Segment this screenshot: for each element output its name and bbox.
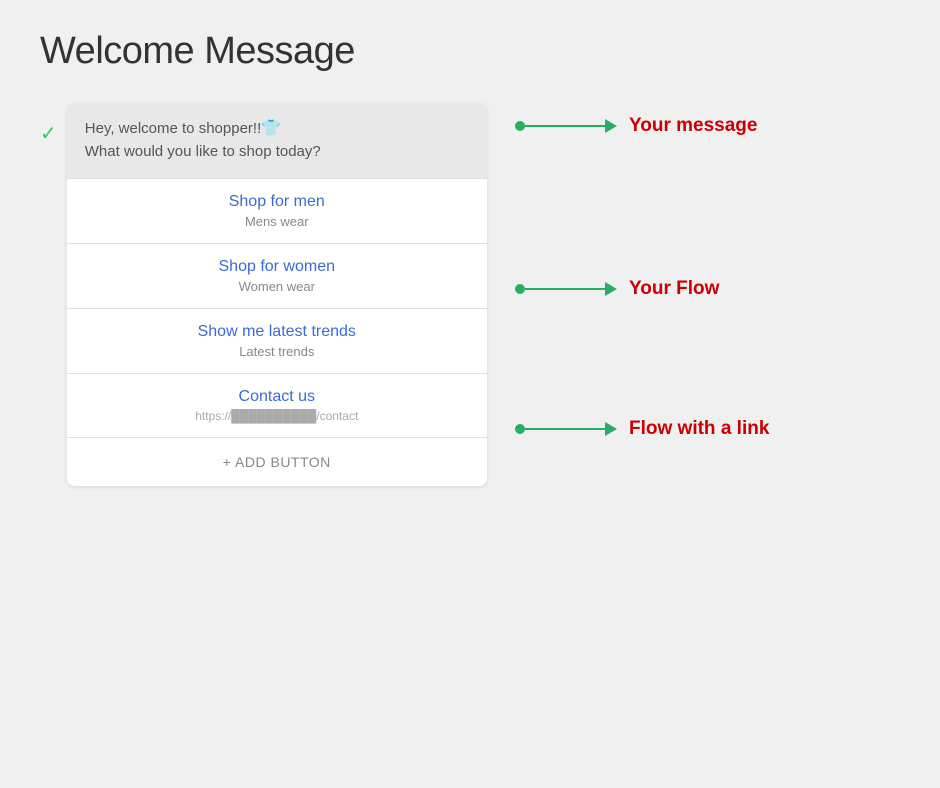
arrow-head-2 [605, 282, 617, 296]
annotation-flow-label: Your Flow [629, 278, 719, 300]
arrow-dot-3 [515, 424, 525, 434]
annotation-flow-arrow [515, 282, 617, 296]
checkmark-icon: ✓ [40, 121, 57, 146]
button-latest-trends-subtitle: Latest trends [85, 344, 469, 359]
button-contact-us-title: Contact us [85, 388, 469, 406]
button-shop-women[interactable]: Shop for women Women wear [67, 243, 487, 308]
button-shop-men-title: Shop for men [85, 193, 469, 211]
annotations-container: Your message Your Flow Flow with a lin [515, 103, 940, 486]
arrow-head-1 [605, 119, 617, 133]
button-shop-women-subtitle: Women wear [85, 279, 469, 294]
annotation-flow: Your Flow [515, 278, 719, 300]
main-area: ✓ Hey, welcome to shopper!!👕 What would … [40, 103, 900, 486]
add-button-label: + ADD BUTTON [223, 454, 331, 470]
annotation-message: Your message [515, 115, 757, 137]
arrow-head-3 [605, 422, 617, 436]
arrow-line-2 [525, 288, 605, 291]
annotation-link-arrow [515, 422, 617, 436]
button-shop-men-subtitle: Mens wear [85, 214, 469, 229]
add-button[interactable]: + ADD BUTTON [67, 437, 487, 486]
arrow-line-3 [525, 428, 605, 431]
page-container: Welcome Message ✓ Hey, welcome to shoppe… [0, 0, 940, 788]
button-latest-trends[interactable]: Show me latest trends Latest trends [67, 308, 487, 373]
message-line1: Hey, welcome to shopper!! [85, 120, 261, 137]
message-line2: What would you like to shop today? [85, 143, 321, 160]
annotation-message-arrow [515, 119, 617, 133]
button-shop-women-title: Shop for women [85, 258, 469, 276]
annotation-link-label: Flow with a link [629, 418, 769, 440]
buttons-list: Shop for men Mens wear Shop for women Wo… [67, 178, 487, 486]
arrow-dot-1 [515, 121, 525, 131]
welcome-card: Hey, welcome to shopper!!👕 What would yo… [67, 103, 487, 486]
button-latest-trends-title: Show me latest trends [85, 323, 469, 341]
message-bubble: Hey, welcome to shopper!!👕 What would yo… [67, 103, 487, 178]
button-contact-us[interactable]: Contact us https://██████████/contact [67, 373, 487, 437]
arrow-line-1 [525, 125, 605, 128]
page-title: Welcome Message [40, 30, 900, 73]
shirt-emoji: 👕 [261, 120, 281, 137]
button-shop-men[interactable]: Shop for men Mens wear [67, 178, 487, 243]
annotation-link: Flow with a link [515, 418, 769, 440]
button-contact-us-url: https://██████████/contact [85, 409, 469, 423]
arrow-dot-2 [515, 284, 525, 294]
annotation-message-label: Your message [629, 115, 757, 137]
